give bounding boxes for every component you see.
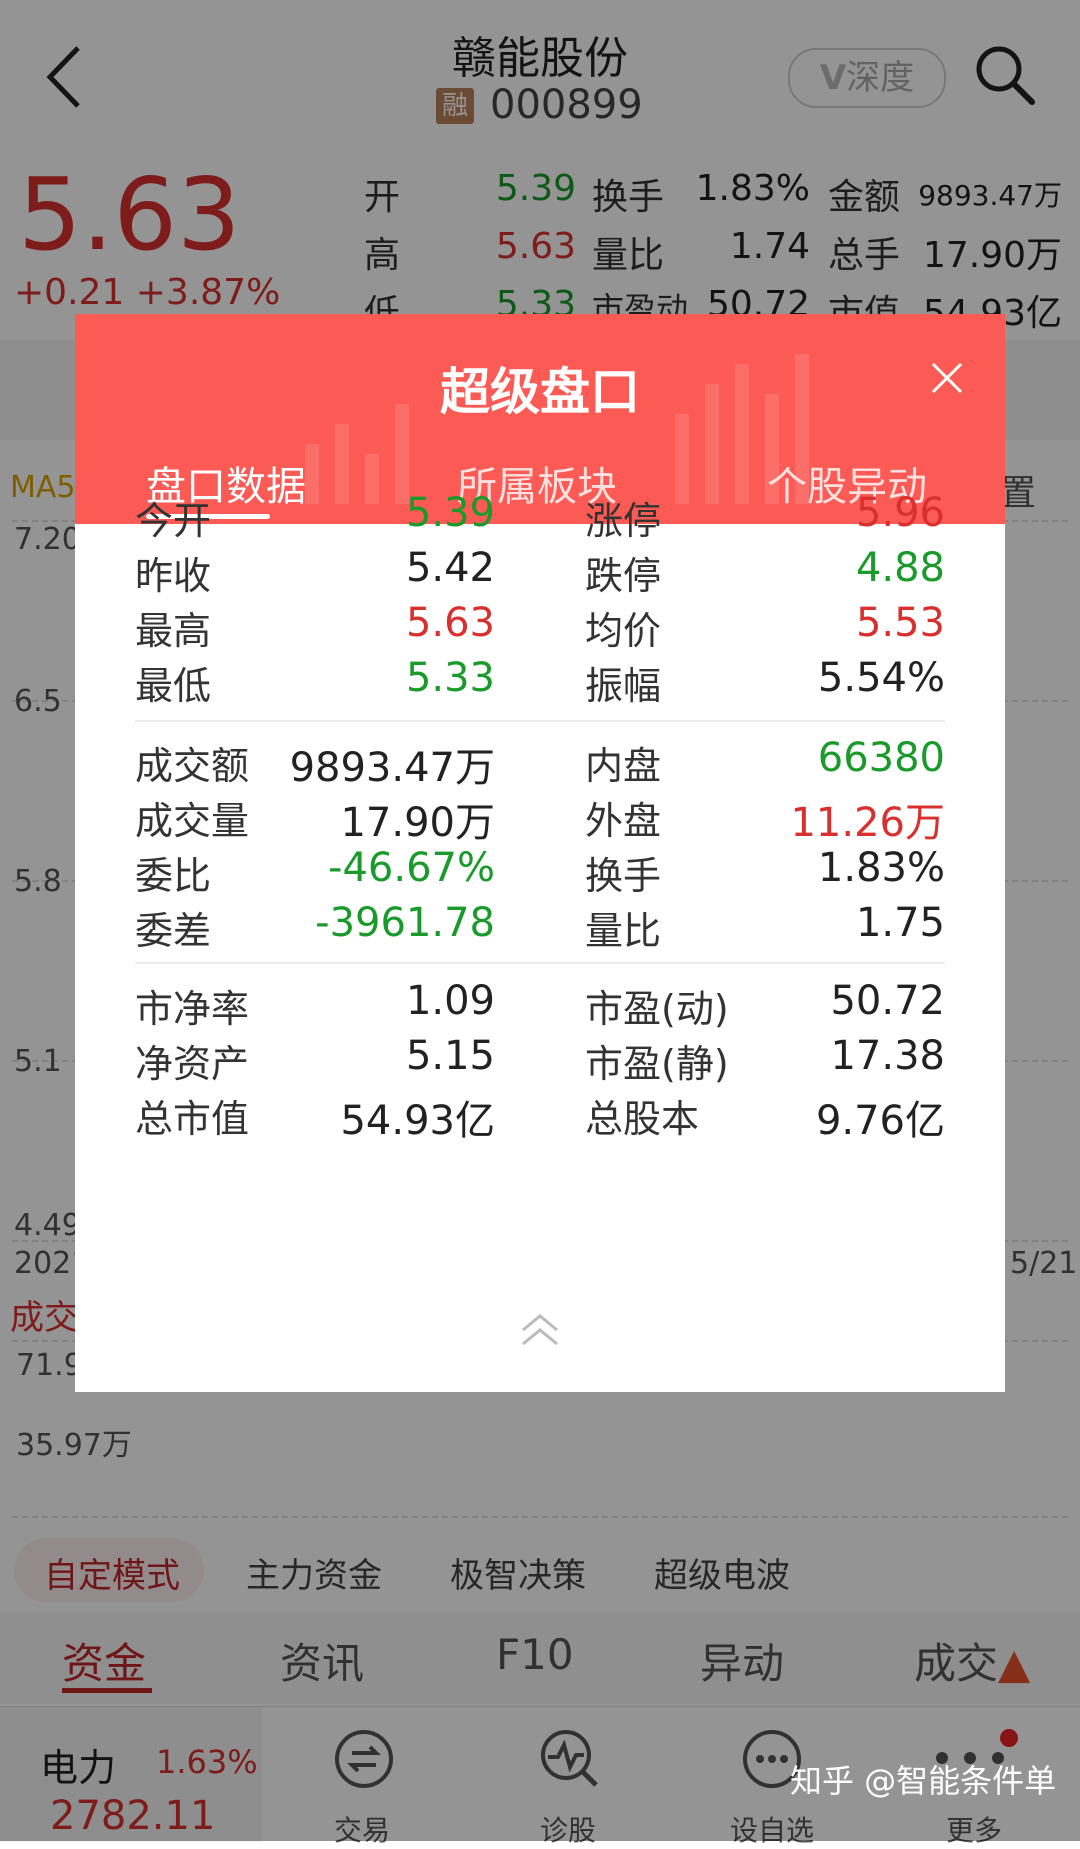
data-row-label: 市净率 (135, 987, 250, 1031)
data-row-value: 50.72 (830, 978, 945, 1024)
data-row-label: 量比 (585, 909, 662, 953)
data-row-label: 最高 (135, 609, 212, 653)
super-orderbook-modal: 超级盘口 盘口数据 所属板块 个股异动 今开 5.39 涨停 5.96 昨收 5.42 跌停… (75, 314, 1005, 1392)
data-row-value: 5.53 (855, 600, 945, 646)
data-row-label: 市盈(静) (585, 1042, 729, 1086)
data-row-label: 跌停 (585, 554, 662, 598)
orderbook-data-table: 今开 5.39 涨停 5.96 昨收 5.42 跌停 4.88 最高 5.63 均价 5.53 最低 5.… (75, 314, 1005, 1392)
data-row-label: 换手 (585, 854, 662, 898)
data-row-value: 5.96 (855, 490, 945, 536)
data-row-label: 外盘 (585, 799, 662, 843)
data-row-label: 最低 (135, 664, 212, 708)
data-row-label: 今开 (135, 499, 212, 543)
data-row-value: -46.67% (328, 845, 495, 891)
data-row-value: 1.83% (817, 845, 945, 891)
data-row-value: 5.42 (405, 545, 495, 591)
data-row-label: 涨停 (585, 499, 662, 543)
data-row-value: 54.93亿 (340, 1098, 495, 1144)
data-row-value: 5.54% (817, 655, 945, 701)
data-row-value: 66380 (817, 735, 945, 781)
data-row-value: 17.90万 (340, 800, 495, 846)
data-row-label: 市盈(动) (585, 987, 729, 1031)
data-row-value: 17.38 (830, 1033, 945, 1079)
data-row-label: 委比 (135, 854, 212, 898)
section-divider (135, 720, 945, 722)
data-row-value: 9893.47万 (289, 745, 495, 791)
data-row-value: 5.39 (405, 490, 495, 536)
data-row-label: 昨收 (135, 554, 212, 598)
watermark: 知乎 @智能条件单 (790, 1762, 1057, 1800)
data-row-value: 9.76亿 (815, 1098, 945, 1144)
data-row-label: 净资产 (135, 1042, 250, 1086)
data-row-label: 委差 (135, 909, 212, 953)
data-row-label: 均价 (585, 609, 662, 653)
data-row-label: 总股本 (585, 1097, 700, 1141)
data-row-value: -3961.78 (315, 900, 495, 946)
data-row-value: 5.15 (405, 1033, 495, 1079)
data-row-value: 1.09 (405, 978, 495, 1024)
data-row-value: 11.26万 (790, 800, 945, 846)
data-row-label: 成交量 (135, 799, 250, 843)
data-row-value: 5.63 (405, 600, 495, 646)
data-row-value: 4.88 (855, 545, 945, 591)
data-row-label: 内盘 (585, 744, 662, 788)
data-row-label: 总市值 (135, 1097, 250, 1141)
data-row-label: 成交额 (135, 744, 250, 788)
chevron-up-icon[interactable] (515, 1308, 565, 1352)
section-divider (135, 962, 945, 964)
data-row-label: 振幅 (585, 664, 662, 708)
data-row-value: 5.33 (405, 655, 495, 701)
data-row-value: 1.75 (855, 900, 945, 946)
